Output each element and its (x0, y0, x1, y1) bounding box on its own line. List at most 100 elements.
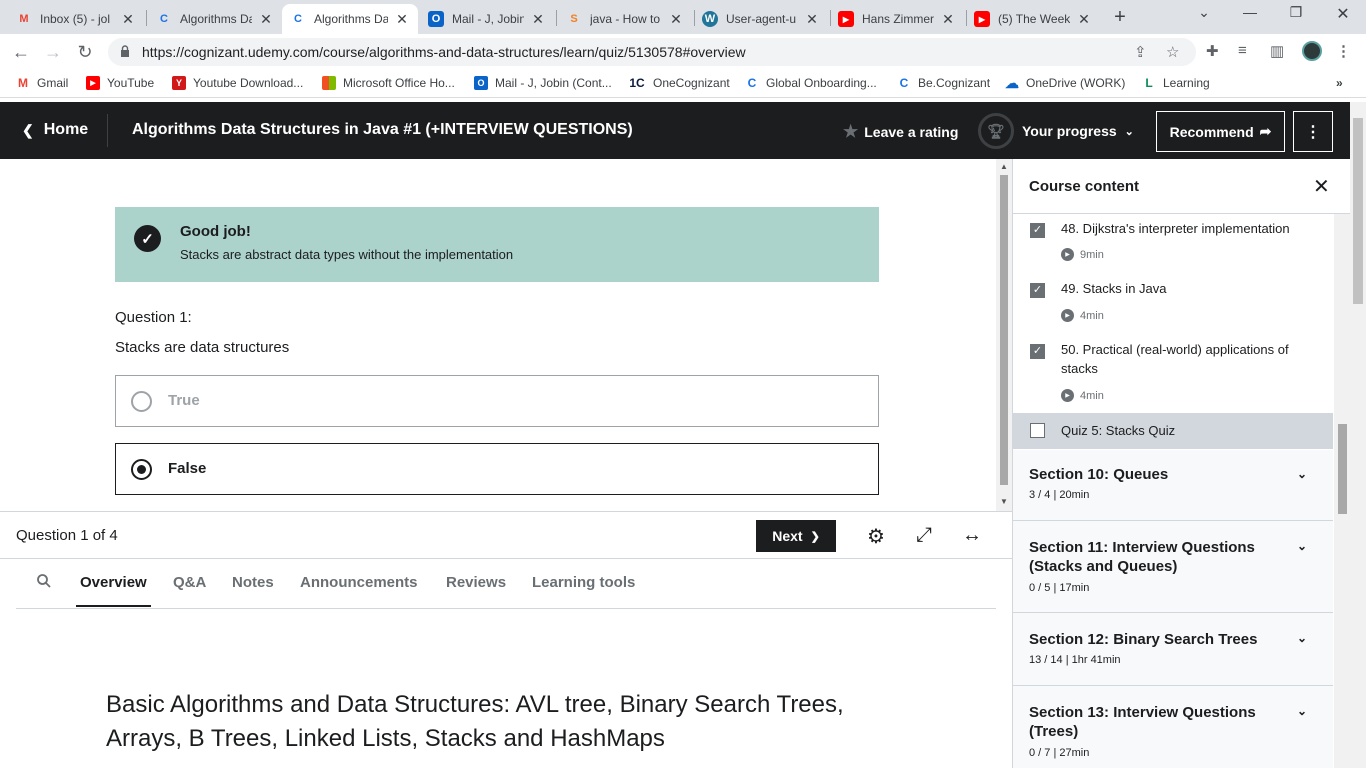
scrollbar-thumb[interactable] (1000, 175, 1008, 485)
quiz-scrollbar[interactable]: ▲ ▼ (996, 159, 1012, 511)
reload-icon[interactable]: ↻ (74, 41, 96, 63)
new-tab-button[interactable]: + (1108, 6, 1132, 30)
browser-tab-algorithms[interactable]: C Algorithms Da ✕ (148, 4, 282, 34)
close-icon[interactable]: ✕ (1076, 11, 1092, 28)
bookmark-label: Gmail (37, 76, 69, 90)
cognizant-icon: C (747, 76, 757, 90)
scrollbar-thumb[interactable] (1353, 118, 1363, 304)
radio-button[interactable] (131, 391, 152, 412)
recommend-button[interactable]: Recommend ➦ (1156, 111, 1285, 152)
answer-option-false[interactable]: False (115, 443, 879, 495)
bookmark-label: Be.Cognizant (918, 76, 991, 90)
browser-menu-icon[interactable]: ⋮ (1336, 42, 1351, 60)
bookmark-onecognizant[interactable]: 1C OneCognizant (628, 76, 729, 90)
address-bar[interactable]: https://cognizant.udemy.com/course/algor… (108, 38, 1196, 66)
browser-tab-youtube-1[interactable]: ▶ Hans Zimmer ✕ (830, 4, 964, 34)
section-meta: 3 / 4 | 20min (1029, 489, 1090, 501)
browser-tab-youtube-2[interactable]: ▶ (5) The Week ✕ (966, 4, 1100, 34)
answer-option-true[interactable]: True (115, 375, 879, 427)
bookmark-youtube[interactable]: ▶ YouTube (86, 76, 154, 90)
close-sidebar-icon[interactable]: ✕ (1313, 174, 1330, 199)
close-icon[interactable]: ✕ (530, 11, 546, 28)
bookmark-be-cognizant[interactable]: C Be.Cognizant (897, 76, 990, 90)
scroll-up-icon[interactable]: ▲ (1000, 162, 1008, 171)
check-circle-icon: ✓ (134, 225, 161, 252)
option-label: False (168, 460, 207, 477)
close-window-button[interactable]: ✕ (1331, 4, 1355, 24)
bookmark-star-icon[interactable]: ☆ (1166, 43, 1179, 61)
bookmark-mail[interactable]: O Mail - J, Jobin (Cont... (474, 76, 612, 90)
scroll-down-icon[interactable]: ▼ (1000, 497, 1008, 506)
browser-tab-stackoverflow[interactable]: S java - How to ✕ (558, 4, 692, 34)
question-number: Question 1: (115, 309, 192, 326)
browser-tab-mail[interactable]: O Mail - J, Jobin ✕ (420, 4, 554, 34)
browser-tabstrip: M Inbox (5) - jol ✕ C Algorithms Da ✕ C … (0, 0, 1366, 34)
bookmark-onedrive[interactable]: ☁ OneDrive (WORK) (1005, 75, 1125, 91)
cognizant-icon: C (294, 13, 302, 25)
lecture-item-current[interactable]: Quiz 5: Stacks Quiz (1013, 413, 1333, 449)
back-icon[interactable]: ← (10, 41, 32, 63)
lecture-checkbox[interactable]: ✓ (1030, 223, 1045, 238)
close-icon[interactable]: ✕ (940, 11, 956, 28)
tab-overview[interactable]: Overview (76, 574, 151, 607)
bookmark-youtube-downloader[interactable]: Y Youtube Download... (172, 76, 303, 90)
settings-gear-icon[interactable]: ⚙ (864, 524, 888, 549)
tab-announcements[interactable]: Announcements (300, 574, 418, 591)
section-header[interactable]: Section 13: Interview Questions (Trees) … (1013, 686, 1333, 768)
bookmark-learning[interactable]: L Learning (1142, 76, 1209, 90)
tab-reviews[interactable]: Reviews (446, 574, 506, 591)
content-tabs: Overview Q&A Notes Announcements Reviews… (16, 559, 996, 609)
close-icon[interactable]: ✕ (258, 11, 274, 28)
close-icon[interactable]: ✕ (394, 11, 410, 28)
close-icon[interactable]: ✕ (120, 11, 136, 28)
tab-learning-tools[interactable]: Learning tools (532, 574, 635, 591)
more-options-button[interactable]: ⋮ (1293, 111, 1333, 152)
option-label: True (168, 392, 200, 409)
close-icon[interactable]: ✕ (668, 11, 684, 28)
leave-rating-button[interactable]: ★ Leave a rating (843, 122, 958, 142)
profile-avatar[interactable] (1302, 41, 1322, 61)
duration-label: 4min (1080, 309, 1104, 322)
lecture-item[interactable]: ✓ 48. Dijkstra's interpreter implementat… (1013, 215, 1333, 275)
forward-icon[interactable]: → (42, 41, 64, 63)
section-header[interactable]: Section 10: Queues 3 / 4 | 20min ⌄ (1013, 450, 1333, 521)
search-icon[interactable] (36, 573, 52, 589)
maximize-button[interactable]: ❐ (1284, 4, 1308, 21)
tab-qa[interactable]: Q&A (173, 574, 206, 591)
extensions-icon[interactable]: ✚ (1206, 42, 1219, 60)
browser-tab-algorithms-active[interactable]: C Algorithms Da ✕ (282, 4, 418, 34)
tab-notes[interactable]: Notes (232, 574, 274, 591)
fullscreen-icon[interactable]: ⤢ (912, 524, 936, 547)
lecture-item[interactable]: ✓ 49. Stacks in Java ▶ 4min (1013, 275, 1333, 335)
leave-rating-label: Leave a rating (864, 124, 959, 140)
lecture-checkbox[interactable]: ✓ (1030, 344, 1045, 359)
minimize-button[interactable]: — (1238, 4, 1262, 20)
section-header[interactable]: Section 11: Interview Questions (Stacks … (1013, 521, 1333, 613)
tab-search-icon[interactable]: ⌄ (1192, 4, 1216, 21)
expand-width-icon[interactable]: ↔ (960, 524, 984, 547)
side-panel-icon[interactable]: ▥ (1270, 42, 1284, 60)
lecture-checkbox[interactable] (1030, 423, 1045, 438)
page-scrollbar[interactable] (1350, 102, 1366, 768)
scrollbar-thumb[interactable] (1338, 424, 1347, 514)
sidebar-scrollbar[interactable] (1334, 214, 1350, 768)
browser-tab-gmail[interactable]: M Inbox (5) - jol ✕ (8, 4, 144, 34)
radio-button-selected[interactable] (131, 459, 152, 480)
close-icon[interactable]: ✕ (804, 11, 820, 28)
chevron-down-icon: ⌄ (1297, 704, 1308, 718)
bookmark-gmail[interactable]: M Gmail (16, 76, 68, 90)
section-header[interactable]: Section 12: Binary Search Trees 13 / 14 … (1013, 613, 1333, 686)
course-title[interactable]: Algorithms Data Structures in Java #1 (+… (132, 121, 633, 139)
gmail-icon: M (18, 76, 28, 90)
next-button[interactable]: Next ❯ (756, 520, 836, 552)
media-control-icon[interactable]: ≡ (1238, 42, 1247, 59)
bookmark-microsoft-office[interactable]: Microsoft Office Ho... (322, 76, 455, 90)
bookmark-global-onboarding[interactable]: C Global Onboarding... (745, 76, 877, 90)
browser-tab-wordpress[interactable]: W User-agent-u ✕ (694, 4, 828, 34)
share-icon[interactable]: ⇪ (1134, 43, 1147, 61)
lecture-item[interactable]: ✓ 50. Practical (real-world) application… (1013, 336, 1333, 413)
bookmarks-overflow-icon[interactable]: » (1336, 76, 1343, 90)
home-link[interactable]: ❮ Home (22, 121, 88, 139)
your-progress-button[interactable]: 🏆︎ Your progress ⌄ (978, 113, 1134, 149)
lecture-checkbox[interactable]: ✓ (1030, 283, 1045, 298)
